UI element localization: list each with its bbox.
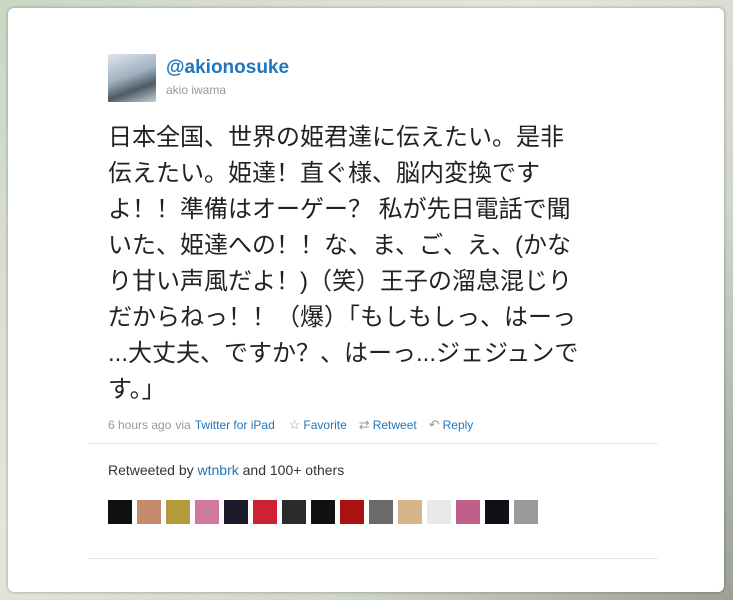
retweeter-avatar[interactable] bbox=[224, 500, 248, 524]
retweet-icon: ⇄ bbox=[358, 417, 370, 432]
timestamp-link[interactable]: 6 hours ago bbox=[108, 418, 171, 432]
reply-label: Reply bbox=[442, 418, 474, 432]
user-avatar[interactable] bbox=[108, 54, 156, 102]
tweet-text-line: り甘い声風だよ！)（笑）王子の溜息混じり bbox=[108, 268, 572, 295]
tweet-text-line: ...大丈夫、ですか？、はーっ...ジェジュンで bbox=[108, 340, 579, 367]
tweet-text-line: よ！！準備はオーゲー？ 私が先日電話で聞 bbox=[108, 196, 571, 223]
real-name: akio iwama bbox=[166, 83, 227, 97]
tweet-text-line: す。」 bbox=[108, 376, 166, 403]
tweet-text-line: だからねっ！！（爆）「もしもしっ、はーっ bbox=[108, 304, 576, 331]
screen-name-link[interactable]: @akionosuke bbox=[166, 57, 289, 79]
retweeter-avatar[interactable] bbox=[485, 500, 509, 524]
retweeter-avatar[interactable] bbox=[311, 500, 335, 524]
tweet-text-line: いた、姫達への！！な、ま、ご、え、(かな bbox=[108, 232, 572, 259]
favorite-label: Favorite bbox=[303, 418, 347, 432]
retweeter-avatars bbox=[108, 500, 543, 524]
retweeter-avatar[interactable] bbox=[398, 500, 422, 524]
retweeter-avatar[interactable] bbox=[456, 500, 480, 524]
tweet-text: 日本全国、世界の姫君達に伝えたい。是非 伝えたい。姫達！直ぐ様、脳内変換ですよ！！… bbox=[108, 120, 648, 408]
retweeter-avatar[interactable] bbox=[514, 500, 538, 524]
retweeter-avatar[interactable] bbox=[166, 500, 190, 524]
favorite-button[interactable]: ☆ Favorite bbox=[289, 417, 347, 433]
retweeted-suffix: and 100+ others bbox=[242, 462, 345, 478]
via-label: via bbox=[175, 418, 191, 432]
tweet-meta: 6 hours ago via Twitter for iPad ☆ Favor… bbox=[108, 417, 473, 433]
retweet-button[interactable]: ⇄ Retweet bbox=[359, 417, 417, 433]
tweet-card: @akionosuke akio iwama 日本全国、世界の姫君達に伝えたい。… bbox=[8, 8, 724, 592]
retweeter-link[interactable]: wtnbrk bbox=[198, 462, 239, 478]
retweeter-avatar[interactable] bbox=[427, 500, 451, 524]
tweet-text-line: 伝えたい。姫達！直ぐ様、脳内変換です bbox=[108, 160, 540, 187]
retweeter-avatar[interactable] bbox=[253, 500, 277, 524]
star-icon: ☆ bbox=[288, 417, 301, 432]
reply-icon: ↶ bbox=[428, 417, 440, 432]
retweeted-prefix: Retweeted by bbox=[108, 462, 194, 478]
retweeted-by: Retweeted by wtnbrk and 100+ others bbox=[108, 462, 344, 478]
retweeter-avatar[interactable] bbox=[369, 500, 393, 524]
retweeter-avatar[interactable] bbox=[137, 500, 161, 524]
retweeter-avatar[interactable] bbox=[108, 500, 132, 524]
reply-button[interactable]: ↶ Reply bbox=[429, 417, 474, 433]
tweet-text-line: 日本全国、世界の姫君達に伝えたい。是非 bbox=[108, 124, 564, 151]
divider-bottom bbox=[88, 558, 658, 559]
source-link[interactable]: Twitter for iPad bbox=[195, 418, 275, 432]
retweeter-avatar[interactable] bbox=[282, 500, 306, 524]
retweet-label: Retweet bbox=[372, 418, 417, 432]
retweeter-avatar[interactable] bbox=[340, 500, 364, 524]
retweeter-avatar[interactable] bbox=[195, 500, 219, 524]
divider-top bbox=[88, 443, 658, 444]
